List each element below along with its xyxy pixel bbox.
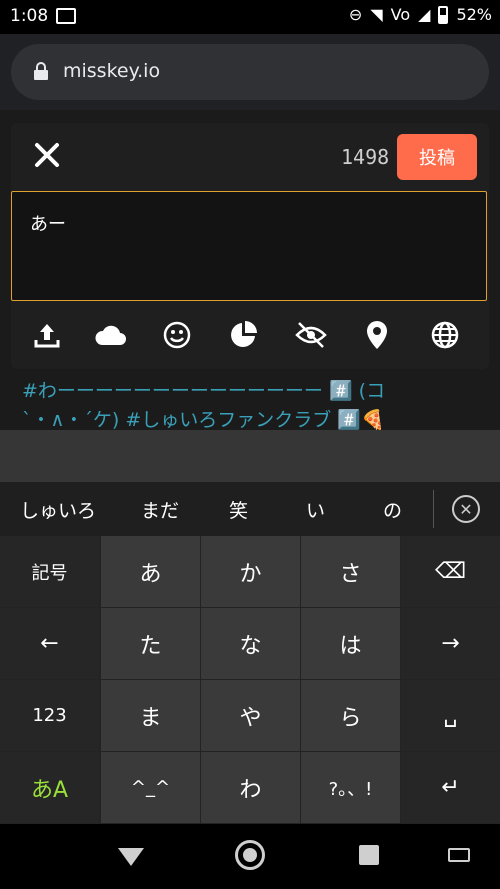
- backspace-icon[interactable]: ⌫: [401, 536, 500, 607]
- composer-toolbar: [11, 311, 489, 361]
- key-punctuation[interactable]: ?。、!: [301, 752, 400, 823]
- suggestion-item[interactable]: い: [306, 496, 325, 523]
- suggestion-item[interactable]: まだ: [141, 496, 179, 523]
- key-input-mode[interactable]: あA: [0, 752, 99, 823]
- timeline-note-line[interactable]: `・∧・´ケ) #しゅいろファンクラブ #️⃣🍕: [22, 405, 385, 432]
- recents-icon[interactable]: [359, 845, 379, 865]
- notification-icon: [56, 8, 76, 24]
- emoji-icon[interactable]: [159, 317, 195, 353]
- volte-label: Vo: [390, 5, 411, 24]
- key-ka[interactable]: か: [201, 536, 300, 607]
- location-icon[interactable]: [359, 317, 395, 353]
- keyboard-header: [0, 430, 500, 482]
- system-nav-bar: [0, 824, 500, 889]
- battery-percent: 52%: [456, 5, 492, 24]
- url-text: misskey.io: [63, 60, 161, 82]
- battery-icon: [438, 5, 449, 24]
- key-kaomoji[interactable]: ^_^: [101, 752, 200, 823]
- status-bar: 1:08 ⊖ ◥ Vo ◢ 52%: [0, 0, 500, 34]
- close-icon[interactable]: [33, 141, 61, 169]
- suggestion-item[interactable]: 笑: [229, 496, 248, 523]
- signal-icon: ◢: [418, 5, 431, 24]
- keyboard: 記号 あ か さ ⌫ ← た な は → 123 ま や ら ␣ あA ^_^ …: [0, 536, 500, 824]
- divider: [433, 490, 434, 528]
- key-sa[interactable]: さ: [301, 536, 400, 607]
- status-icons: ⊖ ◥ Vo ◢ 52%: [349, 5, 492, 24]
- suggestion-bar: しゅいろ まだ 笑 い の ✕: [0, 482, 500, 536]
- key-ha[interactable]: は: [301, 608, 400, 679]
- close-suggestions-icon[interactable]: ✕: [452, 495, 480, 523]
- upload-icon[interactable]: [29, 317, 65, 353]
- space-key[interactable]: ␣: [401, 680, 500, 751]
- key-ta[interactable]: た: [101, 608, 200, 679]
- browser-toolbar: misskey.io: [0, 34, 500, 110]
- address-bar[interactable]: misskey.io: [11, 44, 489, 100]
- globe-icon[interactable]: [427, 317, 463, 353]
- keyboard-switch-icon[interactable]: [448, 848, 470, 862]
- key-ma[interactable]: ま: [101, 680, 200, 751]
- home-icon[interactable]: [235, 840, 265, 870]
- key-na[interactable]: な: [201, 608, 300, 679]
- lock-icon: [34, 62, 48, 80]
- wifi-icon: ◥: [370, 5, 383, 24]
- hide-content-icon[interactable]: [293, 317, 329, 353]
- suggestion-item[interactable]: しゅいろ: [20, 496, 96, 523]
- key-ra[interactable]: ら: [301, 680, 400, 751]
- timeline-note-line[interactable]: #わーーーーーーーーーーーーーー #️⃣ (コ: [22, 376, 385, 403]
- key-left-arrow[interactable]: ←: [0, 608, 99, 679]
- key-wa[interactable]: わ: [201, 752, 300, 823]
- key-numbers[interactable]: 123: [0, 680, 99, 751]
- character-counter: 1498: [341, 145, 390, 169]
- post-composer: 1498 投稿 あー: [11, 123, 489, 369]
- poll-icon[interactable]: [225, 317, 261, 353]
- post-button[interactable]: 投稿: [397, 134, 477, 180]
- enter-key[interactable]: ↵: [401, 752, 500, 823]
- dnd-icon: ⊖: [348, 5, 363, 24]
- back-icon[interactable]: [118, 848, 144, 866]
- key-ya[interactable]: や: [201, 680, 300, 751]
- note-textarea[interactable]: あー: [11, 191, 487, 301]
- key-symbols[interactable]: 記号: [0, 536, 99, 607]
- status-time: 1:08: [10, 6, 49, 26]
- key-a[interactable]: あ: [101, 536, 200, 607]
- cloud-icon[interactable]: [93, 317, 129, 353]
- key-right-arrow[interactable]: →: [401, 608, 500, 679]
- note-text: あー: [30, 214, 66, 235]
- suggestion-item[interactable]: の: [383, 496, 402, 523]
